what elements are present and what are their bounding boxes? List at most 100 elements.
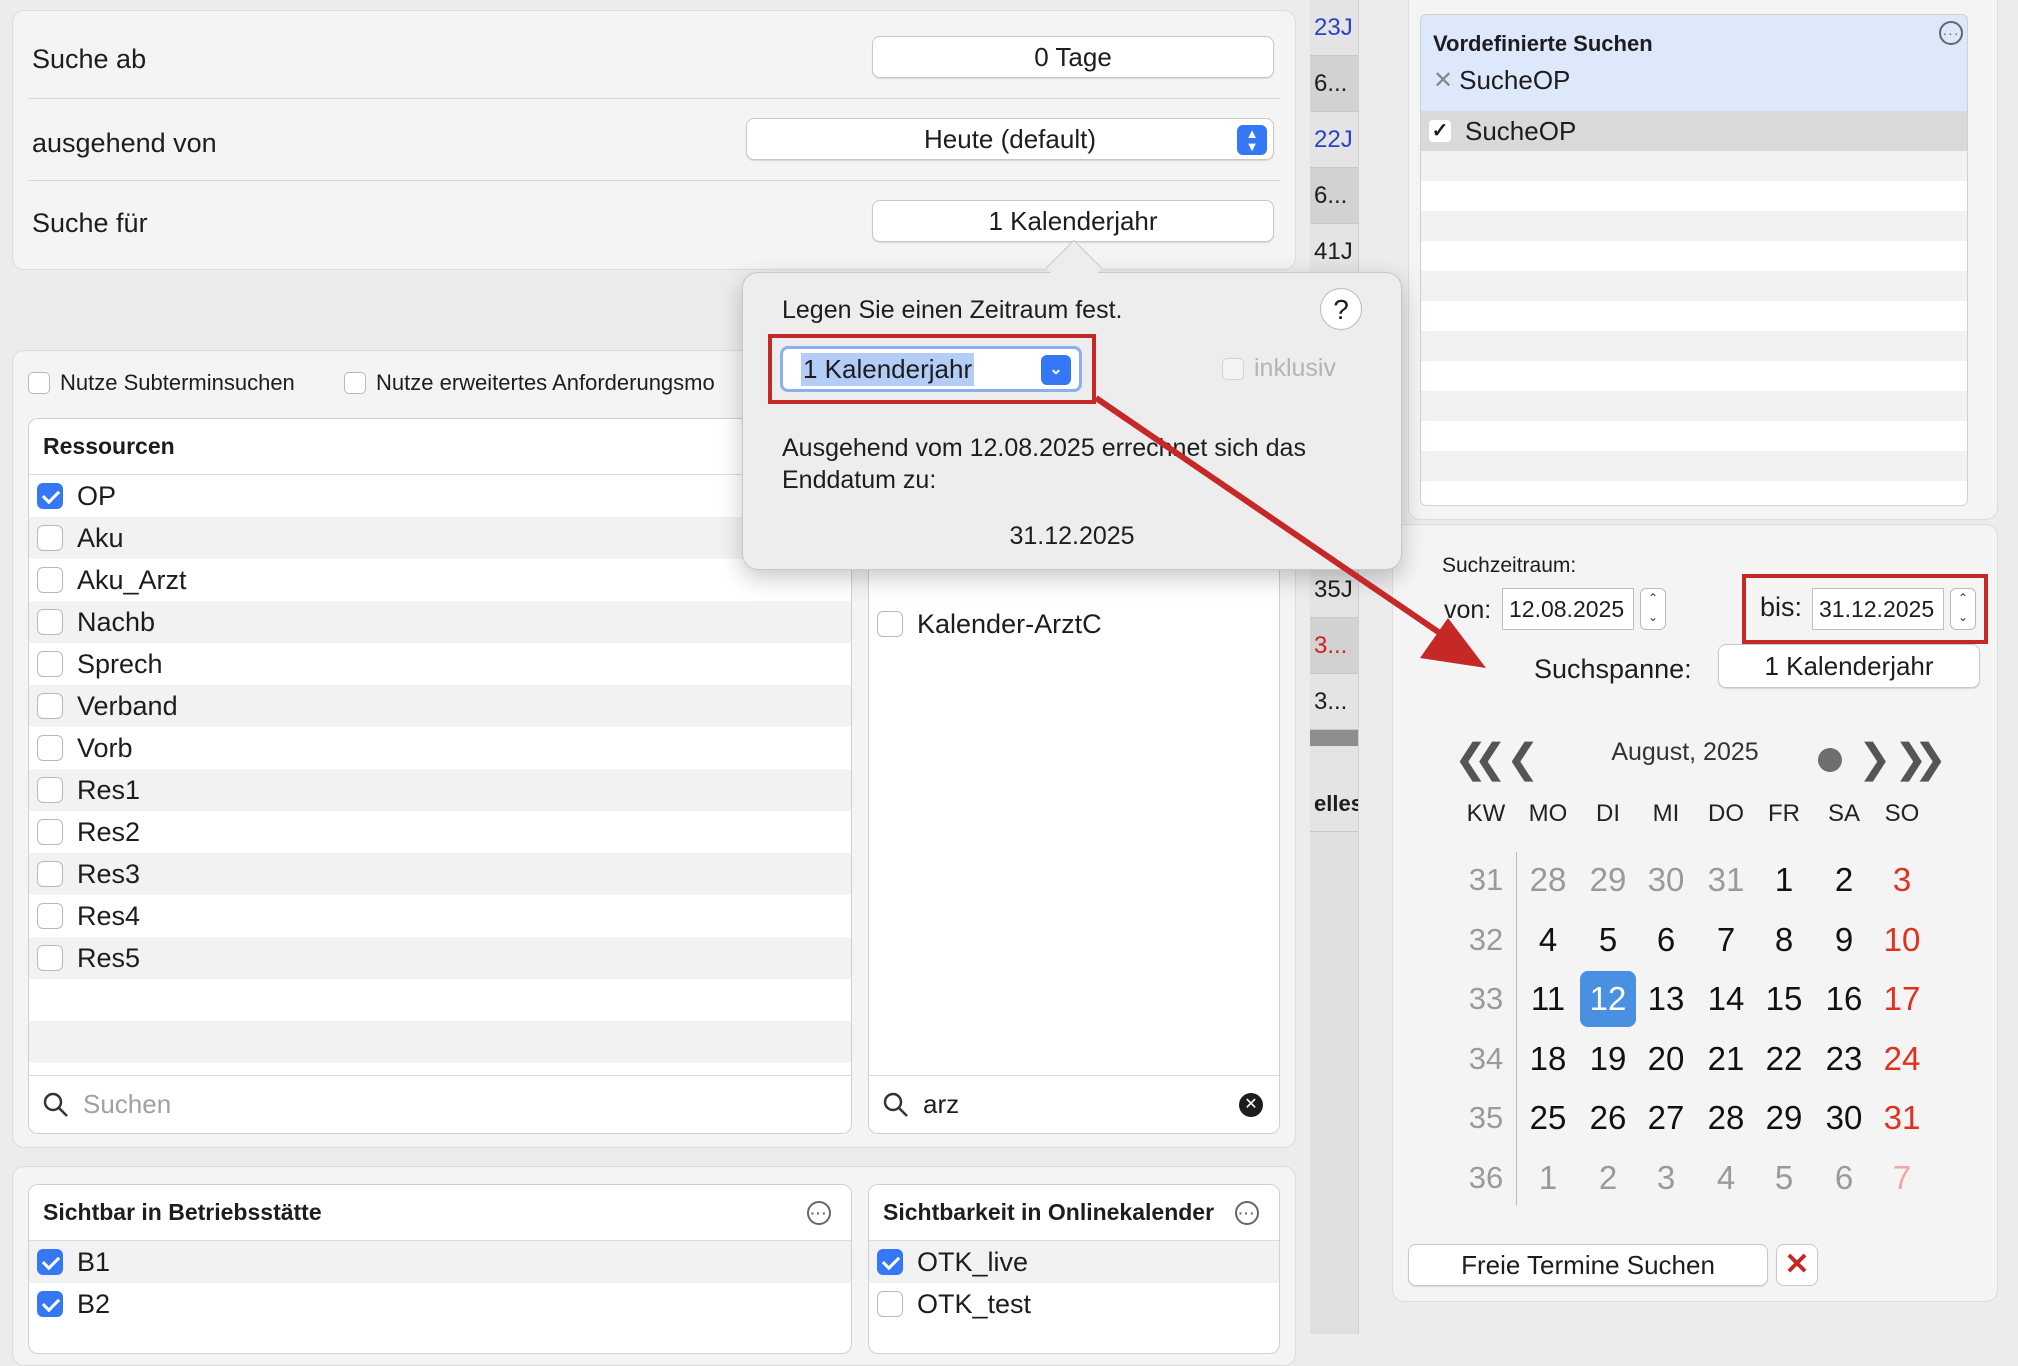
cancel-button[interactable]: ✕ [1776, 1244, 1818, 1286]
help-button[interactable]: ? [1320, 288, 1362, 330]
calendar-day[interactable]: 30 [1816, 1090, 1872, 1146]
erweitert-option[interactable]: Nutze erweitertes Anforderungsmo [344, 370, 715, 396]
b2-checkbox[interactable] [37, 1291, 63, 1317]
list-item[interactable]: OTK_test [869, 1283, 1279, 1325]
list-item[interactable]: Verband [29, 685, 851, 727]
calendar-day[interactable]: 30 [1638, 852, 1694, 908]
subtermin-checkbox[interactable] [28, 372, 50, 394]
calendar-day[interactable]: 5 [1756, 1150, 1812, 1206]
calendar-day[interactable]: 29 [1580, 852, 1636, 908]
calendar-day[interactable]: 2 [1580, 1150, 1636, 1206]
search-tag[interactable]: ✕ SucheOP [1433, 65, 1955, 96]
calendar-day[interactable]: 28 [1698, 1090, 1754, 1146]
list-item[interactable]: OTK_live [869, 1241, 1279, 1283]
calendar-day[interactable]: 13 [1638, 971, 1694, 1027]
resource-checkbox[interactable] [37, 483, 63, 509]
calendar-day[interactable]: 29 [1756, 1090, 1812, 1146]
today-dot-icon[interactable] [1818, 748, 1842, 772]
list-item[interactable]: Nachb [29, 601, 851, 643]
calendar-day[interactable]: 1 [1756, 852, 1812, 908]
calendar-day[interactable]: 18 [1520, 1031, 1576, 1087]
list-item[interactable]: Res3 [29, 853, 851, 895]
calendar-day[interactable]: 28 [1520, 852, 1576, 908]
calendar-day[interactable]: 25 [1520, 1090, 1576, 1146]
calendar-day[interactable]: 3 [1874, 852, 1930, 908]
calendar-day[interactable]: 7 [1698, 912, 1754, 968]
calendar-day[interactable]: 7 [1874, 1150, 1930, 1206]
calendar-day[interactable]: 26 [1580, 1090, 1636, 1146]
suche-fuer-field[interactable]: 1 Kalenderjahr [872, 200, 1274, 242]
list-item[interactable]: Res2 [29, 811, 851, 853]
calendar-day[interactable]: 23 [1816, 1031, 1872, 1087]
suche-ab-field[interactable]: 0 Tage [872, 36, 1274, 78]
resource-checkbox[interactable] [37, 861, 63, 887]
list-item[interactable]: Aku_Arzt [29, 559, 851, 601]
calendar-day[interactable]: 20 [1638, 1031, 1694, 1087]
prev-year-icon[interactable]: ❮❮ [1454, 736, 1507, 782]
b1-checkbox[interactable] [37, 1249, 63, 1275]
calendar-day[interactable]: 12 [1580, 971, 1636, 1027]
otk-test-checkbox[interactable] [877, 1291, 903, 1317]
resource-checkbox[interactable] [37, 903, 63, 929]
calendar-day[interactable]: 6 [1816, 1150, 1872, 1206]
calendar-day[interactable]: 16 [1816, 971, 1872, 1027]
calendar-day[interactable]: 10 [1874, 912, 1930, 968]
list-item[interactable]: Res4 [29, 895, 851, 937]
calendar-day[interactable]: 15 [1756, 971, 1812, 1027]
list-item[interactable]: Aku [29, 517, 851, 559]
suchspanne-field[interactable]: 1 Kalenderjahr [1718, 644, 1980, 688]
calendar-day[interactable]: 17 [1874, 971, 1930, 1027]
calendar-day[interactable]: 19 [1580, 1031, 1636, 1087]
von-stepper-icon[interactable]: ⌃ ⌄ [1640, 588, 1666, 630]
calendar-day[interactable]: 21 [1698, 1031, 1754, 1087]
second-list-search[interactable]: arz ✕ [869, 1075, 1279, 1133]
calendar-day[interactable]: 2 [1816, 852, 1872, 908]
calendar-day[interactable]: 4 [1520, 912, 1576, 968]
kalender-arztc-checkbox[interactable] [877, 611, 903, 637]
freie-termine-suchen-button[interactable]: Freie Termine Suchen [1408, 1244, 1768, 1286]
list-item[interactable]: B2 [29, 1283, 851, 1325]
calendar-day[interactable]: 4 [1698, 1150, 1754, 1206]
resource-checkbox[interactable] [37, 945, 63, 971]
otk-live-checkbox[interactable] [877, 1249, 903, 1275]
list-item[interactable]: OP [29, 475, 851, 517]
list-item[interactable]: Res1 [29, 769, 851, 811]
resource-checkbox[interactable] [37, 819, 63, 845]
resources-search[interactable]: Suchen [29, 1075, 851, 1133]
resource-checkbox[interactable] [37, 651, 63, 677]
next-month-icon[interactable]: ❯ [1858, 736, 1892, 782]
calendar-day[interactable]: 22 [1756, 1031, 1812, 1087]
resource-checkbox[interactable] [37, 609, 63, 635]
clear-search-icon[interactable]: ✕ [1239, 1093, 1263, 1117]
next-year-icon[interactable]: ❯❯ [1894, 736, 1947, 782]
calendar-day[interactable]: 11 [1520, 971, 1576, 1027]
more-options-icon[interactable]: ··· [1939, 21, 1963, 45]
resource-checkbox[interactable] [37, 693, 63, 719]
calendar-day[interactable]: 8 [1756, 912, 1812, 968]
calendar-day[interactable]: 24 [1874, 1031, 1930, 1087]
list-item[interactable]: Vorb [29, 727, 851, 769]
calendar-day[interactable]: 31 [1874, 1090, 1930, 1146]
list-item[interactable]: Sprech [29, 643, 851, 685]
prev-month-icon[interactable]: ❮ [1506, 736, 1540, 782]
list-item[interactable]: B1 [29, 1241, 851, 1283]
list-item[interactable]: Res5 [29, 937, 851, 979]
calendar-day[interactable]: 9 [1816, 912, 1872, 968]
list-item[interactable]: Kalender-ArztC [869, 603, 1279, 645]
calendar-day[interactable]: 6 [1638, 912, 1694, 968]
calendar-day[interactable]: 3 [1638, 1150, 1694, 1206]
resource-checkbox[interactable] [37, 777, 63, 803]
inklusiv-checkbox[interactable] [1222, 357, 1244, 380]
resource-checkbox[interactable] [37, 735, 63, 761]
strip-scrollbar[interactable] [1310, 730, 1358, 746]
subtermin-option[interactable]: Nutze Subterminsuchen [28, 370, 295, 396]
resource-checkbox[interactable] [37, 567, 63, 593]
calendar-day[interactable]: 5 [1580, 912, 1636, 968]
remove-tag-icon[interactable]: ✕ [1433, 66, 1453, 95]
calendar-day[interactable]: 31 [1698, 852, 1754, 908]
von-date-field[interactable]: 12.08.2025 [1502, 588, 1634, 630]
calendar-day[interactable]: 14 [1698, 971, 1754, 1027]
calendar-day[interactable]: 27 [1638, 1090, 1694, 1146]
calendar-day[interactable]: 1 [1520, 1150, 1576, 1206]
erweitert-checkbox[interactable] [344, 372, 366, 394]
